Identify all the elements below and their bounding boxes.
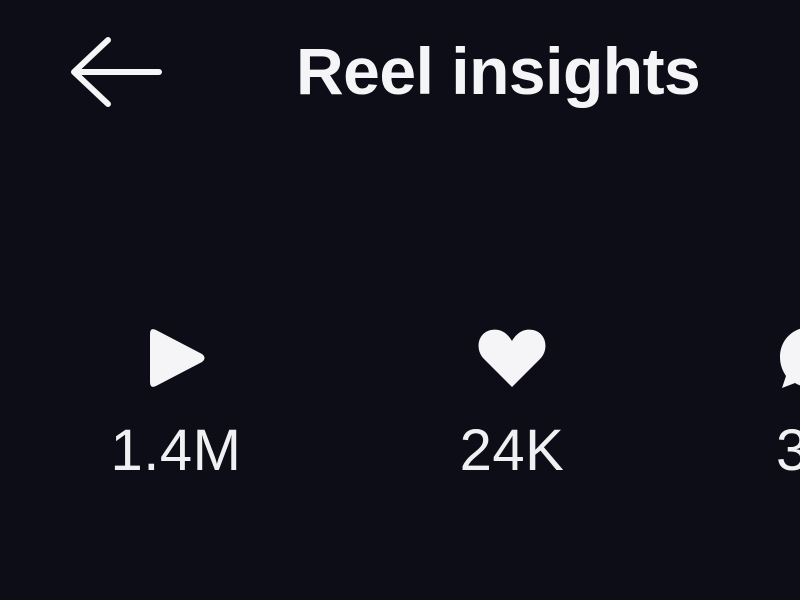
heart-icon <box>477 322 547 394</box>
stat-comments: 3 <box>776 322 800 486</box>
comment-icon <box>776 322 800 394</box>
stat-likes: 24K <box>412 322 612 486</box>
plays-count: 1.4M <box>110 418 242 483</box>
likes-count: 24K <box>459 418 565 483</box>
comments-count: 3 <box>776 418 800 483</box>
reel-insights-screen: Reel insights 1.4M 24K 3 <box>0 0 800 600</box>
play-icon <box>144 322 208 394</box>
stat-plays: 1.4M <box>76 322 276 486</box>
page-title: Reel insights <box>296 34 701 108</box>
arrow-left-icon <box>71 37 162 107</box>
back-button[interactable] <box>62 30 166 114</box>
